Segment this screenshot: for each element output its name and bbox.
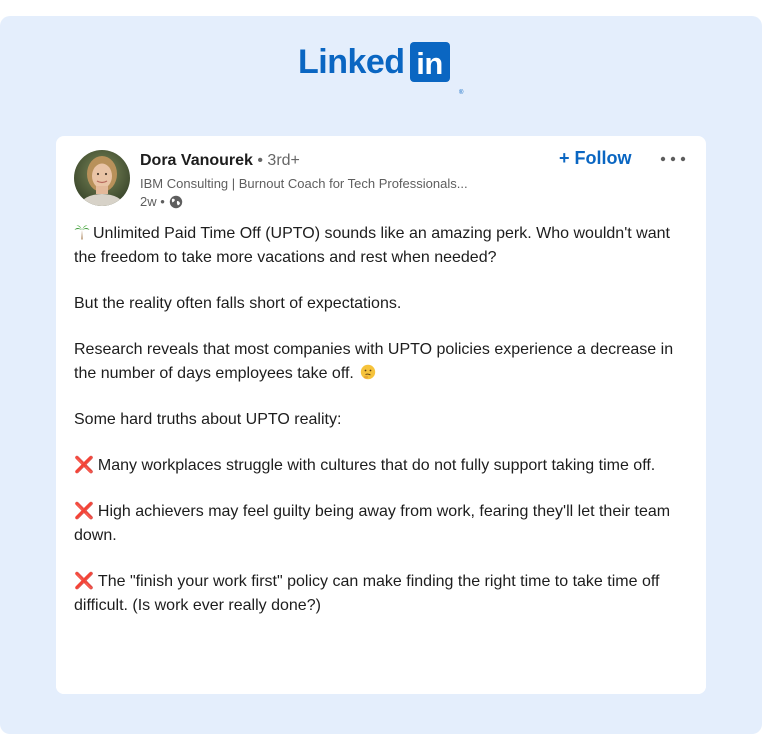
post-paragraph: ❌ High achievers may feel guilty being aw…	[74, 500, 694, 548]
post-text: Unlimited Paid Time Off (UPTO) sounds li…	[74, 222, 694, 640]
post-paragraph: ❌ Many workplaces struggle with cultures …	[74, 454, 694, 478]
cross-mark-icon: ❌	[74, 573, 94, 590]
follow-button[interactable]: + Follow	[559, 148, 632, 169]
post-paragraph: Research reveals that most companies wit…	[74, 338, 694, 386]
more-options-icon[interactable]	[660, 152, 686, 166]
author-headline: IBM Consulting | Burnout Coach for Tech …	[140, 176, 468, 191]
globe-icon	[169, 195, 183, 209]
paragraph-text: The "finish your work first" policy can …	[74, 573, 660, 614]
logo-in-box: in	[409, 42, 450, 82]
logo-wordmark: Linked	[298, 43, 405, 81]
palm-tree-icon	[74, 224, 90, 240]
connection-degree: • 3rd+	[252, 152, 300, 169]
author-name[interactable]: Dora Vanourek	[140, 152, 253, 169]
cross-mark-icon: ❌	[74, 503, 94, 520]
linkedin-logo: Linked in	[298, 40, 450, 82]
paragraph-text: High achievers may feel guilty being awa…	[74, 503, 671, 544]
paragraph-text: Many workplaces struggle with cultures t…	[97, 457, 656, 474]
author-line: Dora Vanourek • 3rd+	[140, 152, 300, 170]
post-card: Dora Vanourek • 3rd+ IBM Consulting | Bu…	[56, 136, 706, 694]
paragraph-text: Unlimited Paid Time Off (UPTO) sounds li…	[74, 225, 670, 266]
post-paragraph: Unlimited Paid Time Off (UPTO) sounds li…	[74, 222, 694, 270]
thinking-face-icon	[360, 364, 376, 380]
post-meta: 2w •	[140, 194, 183, 209]
post-paragraph: Some hard truths about UPTO reality:	[74, 411, 342, 428]
text-fade-overlay	[56, 610, 706, 694]
post-time: 2w •	[140, 194, 165, 209]
post-paragraph: But the reality often falls short of exp…	[74, 295, 402, 312]
logo-registered-mark: ®	[459, 90, 464, 96]
cross-mark-icon: ❌	[74, 457, 94, 474]
avatar[interactable]	[74, 150, 130, 206]
